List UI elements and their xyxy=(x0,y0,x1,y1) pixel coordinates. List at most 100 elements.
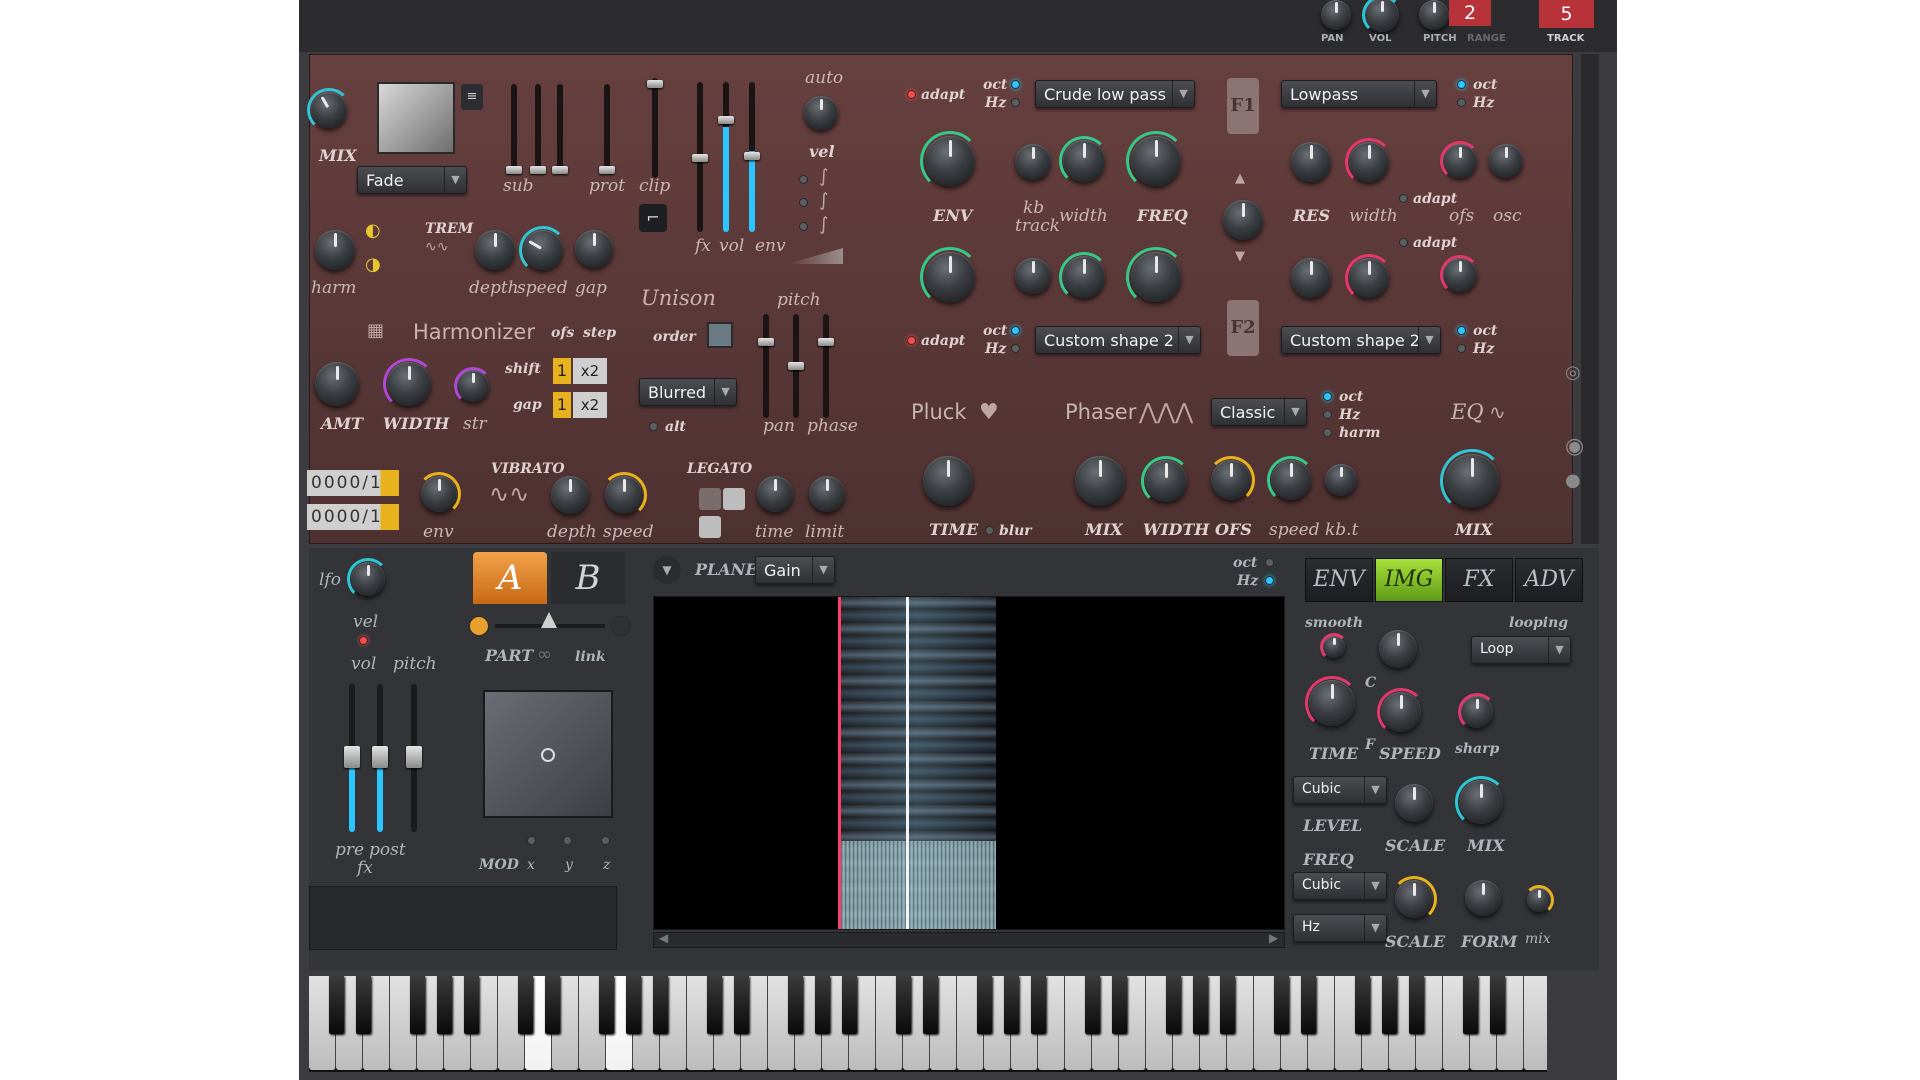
phaser-mix-knob[interactable] xyxy=(1075,456,1125,506)
black-key[interactable] xyxy=(1220,976,1235,1034)
f2-hz-dot[interactable] xyxy=(1011,344,1020,353)
filter-down-icon[interactable]: ▼ xyxy=(1235,250,1245,263)
phaser-ofs-knob[interactable] xyxy=(1207,456,1255,504)
counter-2[interactable]: 0000/1 xyxy=(307,504,399,530)
tab-adv[interactable]: ADV xyxy=(1515,558,1583,602)
black-key[interactable] xyxy=(518,976,533,1034)
f1-width-knob[interactable] xyxy=(1059,136,1109,186)
env-fader[interactable] xyxy=(744,82,760,232)
f1b-ofs-knob[interactable] xyxy=(1440,141,1480,181)
width-knob[interactable] xyxy=(383,358,435,410)
form-knob[interactable] xyxy=(1465,880,1501,916)
scroll-left-icon[interactable]: ◀ xyxy=(659,932,668,944)
curve-option-1[interactable] xyxy=(799,175,808,184)
black-key[interactable] xyxy=(1463,976,1478,1034)
phaser-hz-dot[interactable] xyxy=(1323,410,1332,419)
black-key[interactable] xyxy=(1382,976,1397,1034)
pitch-knob[interactable] xyxy=(1419,0,1449,30)
fx-fader[interactable] xyxy=(692,82,708,232)
curve-option-3[interactable] xyxy=(799,222,808,231)
level-interp-dropdown[interactable]: Cubic ▼ xyxy=(1293,776,1387,804)
f2-freq-knob[interactable] xyxy=(1126,247,1186,307)
vibrato-depth-knob[interactable] xyxy=(551,476,589,514)
mod-y-dot[interactable] xyxy=(563,836,572,845)
pan-knob[interactable] xyxy=(1321,0,1351,30)
black-key[interactable] xyxy=(1274,976,1289,1034)
black-key[interactable] xyxy=(842,976,857,1034)
side-target-icon[interactable]: ◎ xyxy=(1565,364,1581,382)
auto-knob[interactable] xyxy=(804,96,838,130)
black-key[interactable] xyxy=(1355,976,1370,1034)
black-key[interactable] xyxy=(1409,976,1424,1034)
black-key[interactable] xyxy=(1031,976,1046,1034)
f1-freq-knob[interactable] xyxy=(1126,131,1186,191)
mix2-knob[interactable] xyxy=(1524,885,1554,915)
black-key[interactable] xyxy=(410,976,425,1034)
freq-interp-dropdown[interactable]: Cubic ▼ xyxy=(1293,872,1387,900)
lfo-knob[interactable] xyxy=(347,558,389,600)
legato-button-2[interactable] xyxy=(723,488,745,510)
pluck-time-knob[interactable] xyxy=(923,456,973,506)
sub-fader-3[interactable] xyxy=(552,84,568,174)
f1-adapt-dot[interactable] xyxy=(907,90,916,99)
legato-time-knob[interactable] xyxy=(757,476,793,512)
f2b-oct-dot[interactable] xyxy=(1457,326,1466,335)
unison-pitch-fader[interactable] xyxy=(758,314,774,418)
side-dot-icon[interactable]: ● xyxy=(1565,472,1581,490)
blur-dropdown[interactable]: Blurred ▼ xyxy=(639,378,737,406)
eq-mix-knob[interactable] xyxy=(1440,449,1504,513)
gap-value-box[interactable]: 1 xyxy=(553,392,571,418)
scroll-right-icon[interactable]: ▶ xyxy=(1269,932,1278,944)
black-key[interactable] xyxy=(815,976,830,1034)
side-eye-icon[interactable]: ◉ xyxy=(1565,436,1584,458)
vol-fader[interactable] xyxy=(718,82,734,232)
phaser-kbt-knob[interactable] xyxy=(1325,464,1357,496)
playhead-marker[interactable] xyxy=(906,597,909,929)
filter-up-icon[interactable]: ▲ xyxy=(1235,172,1245,185)
harm-down-icon[interactable]: ◑ xyxy=(365,256,381,274)
mod-z-dot[interactable] xyxy=(601,836,610,845)
plane-hz-dot[interactable] xyxy=(1265,576,1274,585)
img-mix-knob[interactable] xyxy=(1455,776,1507,828)
f1b-hz-dot[interactable] xyxy=(1457,98,1466,107)
alt-dot[interactable] xyxy=(649,422,658,431)
black-key[interactable] xyxy=(653,976,668,1034)
fade-dropdown[interactable]: Fade ▼ xyxy=(357,166,467,194)
tab-env[interactable]: ENV xyxy=(1305,558,1373,602)
plane-collapse-button[interactable]: ▼ xyxy=(653,556,681,584)
legato-limit-knob[interactable] xyxy=(809,476,845,512)
loop-start-marker[interactable] xyxy=(838,597,841,929)
vibrato-speed-knob[interactable] xyxy=(601,472,647,518)
legato-button-3[interactable] xyxy=(699,516,721,538)
str-knob[interactable] xyxy=(454,367,492,405)
f1b-osc-knob[interactable] xyxy=(1489,144,1523,178)
black-key[interactable] xyxy=(1166,976,1181,1034)
pitch-mod-fader[interactable] xyxy=(406,684,422,832)
part-b-dot[interactable] xyxy=(611,616,631,636)
black-key[interactable] xyxy=(923,976,938,1034)
xy-pad-cursor[interactable] xyxy=(541,748,555,762)
f1b-type-dropdown[interactable]: Lowpass ▼ xyxy=(1281,80,1437,108)
mod-x-dot[interactable] xyxy=(527,836,536,845)
link-icon[interactable]: ∞ xyxy=(537,646,552,664)
phaser-harm-dot[interactable] xyxy=(1323,428,1332,437)
black-key[interactable] xyxy=(464,976,479,1034)
vibrato-env-knob[interactable] xyxy=(417,472,461,516)
f2b-ofs-knob[interactable] xyxy=(1440,255,1480,295)
waveform-preview[interactable] xyxy=(377,82,455,154)
piano-keyboard[interactable] xyxy=(309,976,1547,1072)
black-key[interactable] xyxy=(329,976,344,1034)
post-fader[interactable] xyxy=(372,684,388,832)
panel-scrollbar[interactable] xyxy=(1581,54,1599,544)
c-knob[interactable] xyxy=(1379,630,1417,668)
f1-env-knob[interactable] xyxy=(920,131,980,191)
level-scale-knob[interactable] xyxy=(1395,784,1433,822)
tab-b[interactable]: B xyxy=(551,552,625,604)
f2-kb-knob[interactable] xyxy=(1015,258,1051,294)
vol-knob[interactable] xyxy=(1362,0,1399,35)
order-button[interactable] xyxy=(707,322,733,348)
vel-mod-dot[interactable] xyxy=(359,636,368,645)
f2b-width-knob[interactable] xyxy=(1345,254,1393,302)
black-key[interactable] xyxy=(1301,976,1316,1034)
curve-option-2[interactable] xyxy=(799,198,808,207)
